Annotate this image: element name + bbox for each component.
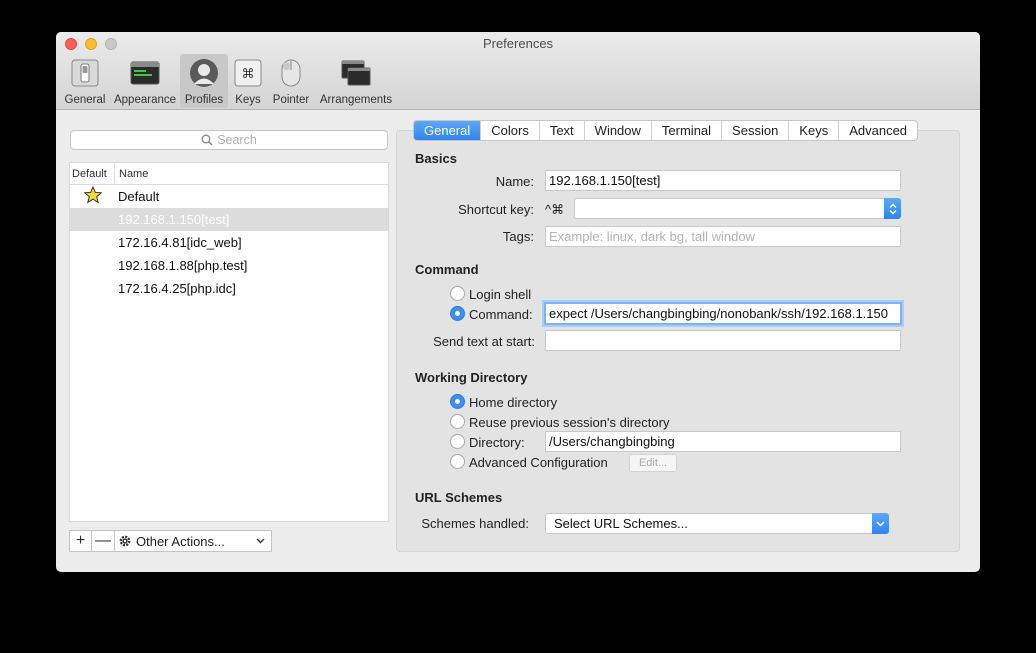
profile-user-icon (190, 59, 218, 87)
advanced-configuration-radio[interactable] (450, 454, 465, 469)
schemes-handled-label: Schemes handled: (421, 516, 529, 531)
window-title: Preferences (482, 36, 554, 51)
tab-window[interactable]: Window (583, 121, 651, 140)
basics-section-title: Basics (415, 151, 457, 166)
tab-general[interactable]: General (414, 121, 481, 140)
other-actions-label: Other Actions... (136, 533, 225, 549)
toolbar-keys[interactable]: ⌘ Keys (230, 54, 266, 108)
reuse-directory-radio[interactable] (450, 414, 465, 429)
command-key-icon: ⌘ (234, 59, 262, 87)
tab-session[interactable]: Session (721, 121, 788, 140)
profiles-table: Default Name Default 192.168.1.150[test]… (69, 162, 389, 522)
toolbar-pointer[interactable]: Pointer (268, 54, 314, 108)
tags-label: Tags: (502, 229, 534, 244)
title-bar: Preferences General Appearance Profiles … (56, 32, 980, 110)
toolbar-arrangements[interactable]: Arrangements (317, 54, 395, 108)
send-text-label: Send text at start: (433, 334, 535, 349)
login-shell-radio[interactable] (450, 286, 465, 301)
profile-search-input[interactable]: Search (70, 130, 388, 150)
profile-row[interactable]: 192.168.1.88[php.test] (70, 254, 388, 277)
remove-profile-button[interactable]: — (92, 530, 115, 552)
popup-arrows-icon (884, 198, 901, 219)
profile-actions-bar: + — Other Actions... (69, 530, 272, 552)
directory-field[interactable]: /Users/changbingbing (545, 431, 901, 452)
switch-icon (71, 59, 99, 87)
column-header-default[interactable]: Default (70, 163, 115, 184)
working-directory-section-title: Working Directory (415, 370, 528, 385)
profile-row-default[interactable]: Default (70, 185, 388, 208)
toolbar-appearance[interactable]: Appearance (112, 54, 178, 108)
shortcut-key-popup[interactable] (574, 198, 901, 219)
home-directory-radio[interactable] (450, 394, 465, 409)
svg-text:⌘: ⌘ (242, 67, 255, 82)
url-schemes-popup[interactable]: Select URL Schemes... (545, 513, 889, 534)
chevron-down-icon (872, 513, 889, 534)
profiles-table-header: Default Name (70, 163, 388, 185)
reuse-directory-label: Reuse previous session's directory (469, 415, 670, 430)
shortcut-modifiers: ^⌘ (545, 202, 565, 217)
tab-advanced[interactable]: Advanced (838, 121, 917, 140)
login-shell-label: Login shell (469, 287, 532, 302)
command-section-title: Command (415, 262, 479, 277)
tab-colors[interactable]: Colors (480, 121, 539, 140)
profile-row-selected[interactable]: 192.168.1.150[test] (70, 208, 388, 231)
url-schemes-section-title: URL Schemes (415, 490, 503, 505)
profile-name-field[interactable]: 192.168.1.150[test] (545, 170, 901, 191)
gear-icon (119, 535, 131, 547)
profile-name: 172.16.4.25[php.idc] (118, 281, 236, 296)
shortcut-key-label: Shortcut key: (458, 202, 534, 217)
profile-row[interactable]: 172.16.4.81[idc_web] (70, 231, 388, 254)
toolbar-general[interactable]: General (61, 54, 109, 108)
appearance-icon (130, 61, 160, 85)
send-text-field[interactable] (545, 330, 901, 351)
search-placeholder: Search (217, 133, 257, 147)
command-label: Command: (469, 307, 533, 322)
tab-text[interactable]: Text (538, 121, 584, 140)
command-field[interactable]: expect /Users/changbingbing/nonobank/ssh… (544, 302, 902, 325)
profile-name: Default (118, 189, 160, 204)
windows-icon (341, 60, 371, 86)
default-star-icon (70, 185, 116, 207)
toolbar-profiles[interactable]: Profiles (180, 54, 228, 108)
profile-name: 192.168.1.150[test] (118, 212, 230, 227)
other-actions-popup[interactable]: Other Actions... (115, 530, 272, 552)
advanced-configuration-label: Advanced Configuration (469, 455, 608, 470)
edit-advanced-button[interactable]: Edit... (629, 454, 677, 472)
add-profile-button[interactable]: + (69, 530, 92, 552)
name-label: Name: (495, 174, 534, 189)
home-directory-label: Home directory (469, 395, 558, 410)
command-radio[interactable] (450, 306, 465, 321)
directory-label: Directory: (469, 435, 525, 450)
profile-name: 172.16.4.81[idc_web] (118, 235, 242, 250)
tab-keys[interactable]: Keys (788, 121, 838, 140)
profile-row[interactable]: 172.16.4.25[php.idc] (70, 277, 388, 300)
column-header-name[interactable]: Name (115, 168, 148, 180)
directory-radio[interactable] (450, 434, 465, 449)
preferences-window: Preferences General Appearance Profiles … (56, 32, 980, 572)
mouse-icon (281, 59, 301, 87)
tags-field[interactable]: Example: linux, dark bg, tall window (545, 226, 901, 247)
chevron-down-icon (256, 538, 265, 544)
profile-name: 192.168.1.88[php.test] (118, 258, 248, 273)
search-icon (201, 134, 213, 146)
settings-tab-bar: General Colors Text Window Terminal Sess… (413, 120, 919, 141)
tab-terminal[interactable]: Terminal (650, 121, 721, 140)
